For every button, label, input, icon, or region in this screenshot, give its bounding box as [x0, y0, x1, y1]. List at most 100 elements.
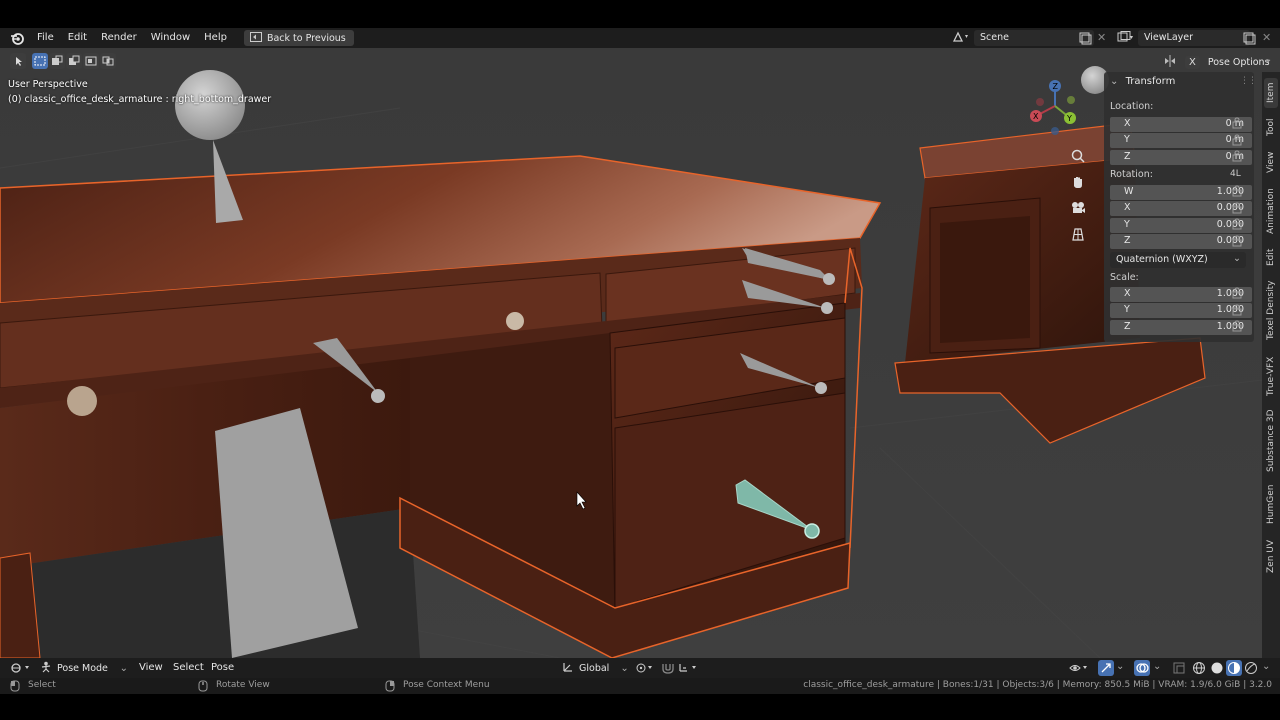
viewlayer-name-field[interactable]: ViewLayer	[1138, 30, 1250, 46]
scale-x-field[interactable]: X 1.000	[1110, 287, 1252, 302]
perspective-grid-icon[interactable]	[1070, 226, 1086, 242]
new-viewlayer-icon[interactable]	[1242, 31, 1256, 48]
overlays-toggle-icon[interactable]	[1134, 660, 1150, 676]
tab-texel-density[interactable]: Texel Density	[1264, 274, 1278, 346]
location-z-field[interactable]: Z0 m	[1110, 150, 1252, 165]
axis-label: Y	[1124, 134, 1130, 145]
transform-header[interactable]: ⌄ Transform	[1110, 76, 1175, 87]
x-mirror-icon[interactable]	[1163, 54, 1177, 71]
lock-icon[interactable]	[1232, 117, 1242, 132]
zoom-icon[interactable]	[1070, 148, 1086, 164]
select-invert-icon[interactable]	[83, 53, 99, 69]
rotation-w-field[interactable]: W 1.000	[1110, 185, 1252, 200]
tab-tool[interactable]: Tool	[1264, 112, 1278, 142]
snap-icon[interactable]	[660, 661, 676, 678]
lock-icon[interactable]	[1232, 320, 1242, 335]
axis-label: Y	[1124, 219, 1130, 230]
3d-viewport[interactable]: Z X Y User Perspective (0) classic_offic…	[0, 48, 1280, 658]
back-icon	[249, 31, 262, 45]
status-rotate-hint: Rotate View	[216, 680, 270, 690]
collapse-chevron-icon: ⌄	[1110, 76, 1119, 87]
select-intersect-icon[interactable]	[100, 53, 116, 69]
axis-label: X	[1124, 118, 1131, 129]
delete-scene-icon[interactable]: ✕	[1097, 31, 1106, 44]
rotation-y-field[interactable]: Y 0.000	[1110, 218, 1252, 233]
overlays-chevron-icon[interactable]: ⌄	[1153, 661, 1161, 672]
footer-menu-view[interactable]: View	[132, 658, 170, 678]
tab-edit[interactable]: Edit	[1264, 244, 1278, 270]
orientation-selector[interactable]: Global ⌄	[562, 661, 629, 676]
transform-title: Transform	[1125, 76, 1176, 87]
panel-grip-icon[interactable]: ⋮⋮	[1240, 76, 1257, 86]
tab-animation[interactable]: Animation	[1264, 182, 1278, 240]
select-subtract-icon[interactable]	[66, 53, 82, 69]
rotation-4l-toggle[interactable]: 4L	[1230, 169, 1241, 179]
rotation-z-field[interactable]: Z 0.000	[1110, 234, 1252, 249]
rotation-label: Rotation:	[1110, 169, 1153, 180]
rotation-mode-dropdown[interactable]: Quaternion (WXYZ) ⌄	[1110, 252, 1246, 268]
mouse-middle-icon	[198, 680, 208, 695]
navigation-gizmo[interactable]: Z X Y	[1026, 76, 1086, 138]
lock-icon[interactable]	[1232, 202, 1242, 217]
mode-selector[interactable]: Pose Mode ⌄	[40, 661, 128, 675]
lock-icon[interactable]	[1232, 185, 1242, 200]
lock-icon[interactable]	[1232, 134, 1242, 149]
dropdown-chevron-icon: ⌄	[1233, 253, 1241, 264]
tab-zen-uv[interactable]: Zen UV	[1264, 532, 1278, 580]
menu-render[interactable]: Render	[94, 28, 144, 48]
menu-edit[interactable]: Edit	[61, 28, 94, 48]
select-mode-toolbar	[10, 53, 117, 69]
scene-selector[interactable]: Scene	[952, 30, 1094, 46]
axis-label: Z	[1124, 321, 1131, 332]
select-new-icon[interactable]	[32, 53, 48, 69]
gizmo-toggle-icon[interactable]	[1098, 660, 1114, 676]
gizmo-chevron-icon[interactable]: ⌄	[1116, 661, 1124, 672]
pivot-point-icon[interactable]	[634, 661, 656, 678]
lock-icon[interactable]	[1232, 287, 1242, 302]
lock-icon[interactable]	[1232, 218, 1242, 233]
lock-icon[interactable]	[1232, 235, 1242, 250]
lock-icon[interactable]	[1232, 304, 1242, 319]
shading-solid-icon[interactable]	[1210, 661, 1224, 678]
tab-true-vfx[interactable]: True-VFX	[1264, 350, 1278, 402]
footer-menu-pose[interactable]: Pose	[204, 658, 241, 678]
visibility-icon[interactable]	[1068, 661, 1090, 678]
shading-chevron-icon[interactable]: ⌄	[1262, 661, 1270, 672]
options-chevron-icon[interactable]: ⌄	[1264, 54, 1276, 66]
shading-material-icon[interactable]	[1226, 660, 1242, 676]
lock-icon[interactable]	[1232, 150, 1242, 165]
camera-icon[interactable]	[1070, 200, 1086, 216]
status-info: classic_office_desk_armature | Bones:1/3…	[803, 680, 1272, 690]
location-x-field[interactable]: X0 m	[1110, 117, 1252, 132]
xray-toggle-icon[interactable]	[1172, 661, 1186, 678]
delete-viewlayer-icon[interactable]: ✕	[1262, 31, 1271, 44]
select-extend-icon[interactable]	[49, 53, 65, 69]
shading-rendered-icon[interactable]	[1244, 661, 1258, 678]
axis-label: Y	[1124, 304, 1130, 315]
new-scene-icon[interactable]	[1078, 31, 1092, 48]
editor-type-icon[interactable]	[10, 661, 32, 678]
shading-wireframe-icon[interactable]	[1192, 661, 1206, 678]
select-tool-icon[interactable]	[10, 53, 26, 69]
viewlayer-selector[interactable]: ViewLayer	[1116, 30, 1250, 46]
back-to-previous-button[interactable]: Back to Previous	[243, 30, 354, 46]
tab-humgen[interactable]: HumGen	[1264, 480, 1278, 528]
blender-logo-icon[interactable]	[8, 29, 26, 47]
menu-window[interactable]: Window	[144, 28, 197, 48]
status-select-hint: Select	[28, 680, 56, 690]
location-y-field[interactable]: Y0 m	[1110, 133, 1252, 148]
menu-file[interactable]: File	[30, 28, 61, 48]
tab-substance-3d[interactable]: Substance 3D	[1264, 406, 1278, 476]
pose-options-button[interactable]: Pose Options	[1208, 57, 1270, 68]
scale-z-field[interactable]: Z 1.000	[1110, 320, 1252, 335]
viewport-perspective-label: User Perspective	[8, 79, 88, 90]
tab-view[interactable]: View	[1264, 146, 1278, 178]
pan-hand-icon[interactable]	[1070, 174, 1086, 190]
x-mirror-toggle[interactable]: X	[1185, 56, 1200, 69]
tab-item[interactable]: Item	[1264, 78, 1278, 108]
menu-help[interactable]: Help	[197, 28, 234, 48]
scene-name-field[interactable]: Scene	[974, 30, 1094, 46]
scale-y-field[interactable]: Y 1.000	[1110, 303, 1252, 318]
rotation-x-field[interactable]: X 0.000	[1110, 201, 1252, 216]
snap-target-icon[interactable]	[678, 661, 700, 678]
